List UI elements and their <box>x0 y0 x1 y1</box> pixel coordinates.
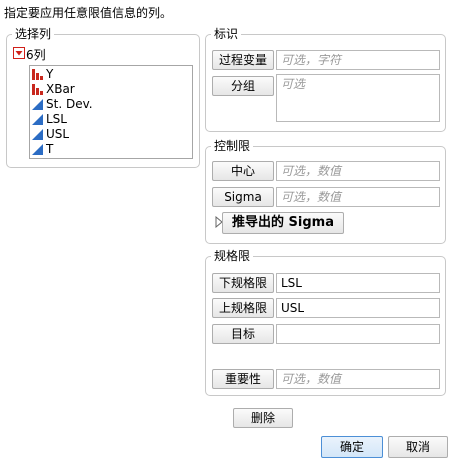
sigma-field[interactable]: 可选，数值 <box>276 187 440 207</box>
group-field[interactable]: 可选 <box>276 74 440 122</box>
continuous-icon <box>32 114 43 125</box>
identify-title: 标识 <box>211 26 242 42</box>
control-limits-title: 控制限 <box>211 138 254 154</box>
importance-field[interactable]: 可选，数值 <box>276 369 440 389</box>
column-menu-toggle-icon[interactable] <box>13 47 25 59</box>
cancel-button[interactable]: 取消 <box>388 436 448 458</box>
usl-button[interactable]: 上规格限 <box>212 298 274 318</box>
column-name: USL <box>46 127 70 141</box>
column-name: St. Dev. <box>46 97 93 111</box>
select-columns-panel: 选择列 6列 Y XBar St. Dev. LSL USL T <box>6 26 200 168</box>
identify-panel: 标识 过程变量 可选，字符 分组 可选 <box>205 26 446 132</box>
instruction-text: 指定要应用任意限值信息的列。 <box>4 6 173 20</box>
nominal-icon <box>32 69 43 80</box>
nominal-icon <box>32 84 43 95</box>
group-button[interactable]: 分组 <box>212 76 274 96</box>
sigma-button[interactable]: Sigma <box>212 187 274 207</box>
spec-limits-title: 规格限 <box>211 248 254 264</box>
column-listbox[interactable]: Y XBar St. Dev. LSL USL T <box>29 65 193 159</box>
derived-sigma-button[interactable]: 推导出的 Sigma <box>222 212 344 234</box>
column-count-label: 6列 <box>26 48 46 62</box>
column-name: XBar <box>46 82 75 96</box>
target-button[interactable]: 目标 <box>212 324 274 344</box>
continuous-icon <box>32 129 43 140</box>
column-name: LSL <box>46 112 67 126</box>
target-field[interactable] <box>276 324 440 344</box>
importance-button[interactable]: 重要性 <box>212 369 274 389</box>
process-variable-button[interactable]: 过程变量 <box>212 50 274 70</box>
continuous-icon <box>32 144 43 155</box>
center-field[interactable]: 可选，数值 <box>276 161 440 181</box>
control-limits-panel: 控制限 中心 可选，数值 Sigma 可选，数值 推导出的 Sigma <box>205 138 446 244</box>
process-variable-field[interactable]: 可选，字符 <box>276 50 440 70</box>
spec-limits-panel: 规格限 下规格限 LSL 上规格限 USL 目标 重要性 可选，数值 <box>205 248 446 396</box>
lsl-button[interactable]: 下规格限 <box>212 273 274 293</box>
ok-button[interactable]: 确定 <box>321 436 383 458</box>
select-columns-title: 选择列 <box>12 26 55 42</box>
column-name: T <box>46 142 54 156</box>
center-button[interactable]: 中心 <box>212 161 274 181</box>
remove-button[interactable]: 删除 <box>233 408 293 428</box>
column-name: Y <box>46 67 54 81</box>
continuous-icon <box>32 99 43 110</box>
lsl-field[interactable]: LSL <box>276 273 440 293</box>
usl-field[interactable]: USL <box>276 298 440 318</box>
